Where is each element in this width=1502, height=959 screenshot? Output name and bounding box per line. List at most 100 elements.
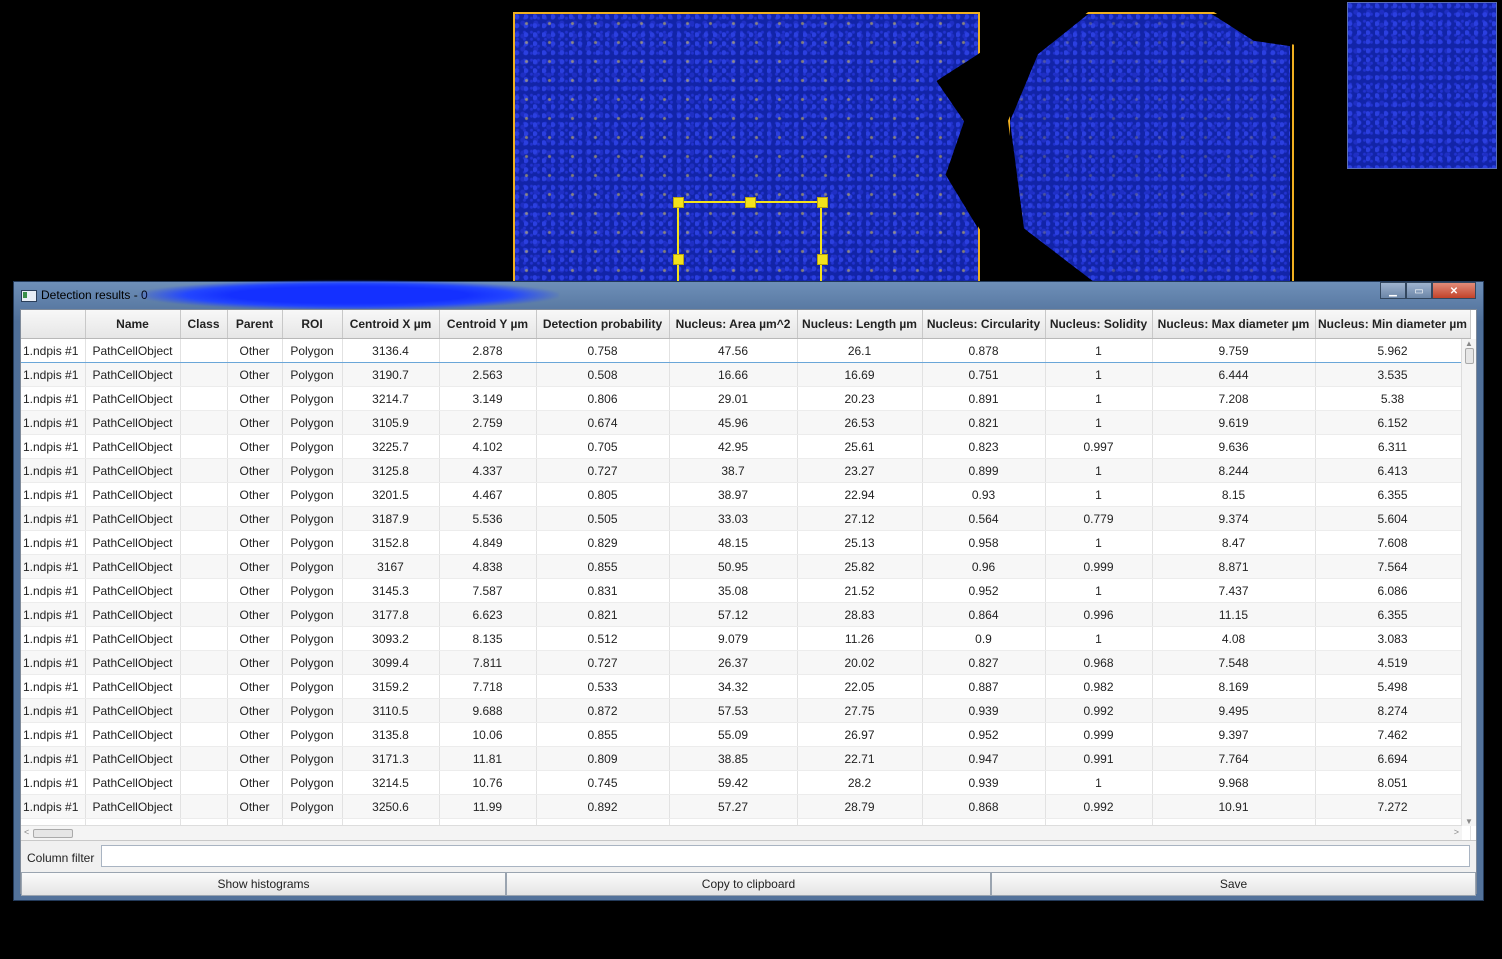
column-header[interactable]: ROI — [282, 310, 343, 339]
table-row[interactable]: 1.ndpis #1 PathCellObject Other Polygon 3167… — [21, 554, 1471, 579]
table-cell: 0.827 — [922, 650, 1046, 675]
table-cell: 0.806 — [536, 386, 670, 411]
column-filter-input[interactable] — [101, 845, 1470, 867]
roi-handle-icon[interactable] — [817, 197, 828, 208]
table-row[interactable]: 1.ndpis #1 PathCellObject Other Polygon 3159… — [21, 674, 1471, 699]
column-header[interactable]: Name — [85, 310, 181, 339]
table-cell: 3201.5 — [342, 482, 440, 507]
table-row[interactable]: 1.ndpis #1 PathCellObject Other Polygon 3190… — [21, 362, 1471, 387]
column-header[interactable]: Parent — [227, 310, 283, 339]
column-header[interactable]: Detection probability — [536, 310, 670, 339]
table-cell: 9.079 — [669, 626, 798, 651]
selected-rectangle-roi[interactable] — [677, 201, 822, 291]
roi-handle-icon[interactable] — [745, 197, 756, 208]
table-cell: 1.ndpis #1 — [21, 362, 86, 387]
table-row[interactable]: 1.ndpis #1 PathCellObject Other Polygon 3110… — [21, 698, 1471, 723]
table-cell: 50.95 — [669, 554, 798, 579]
roi-handle-icon[interactable] — [817, 254, 828, 265]
detection-results-window: Detection results - 0 ▁ ▭ ✕ Name Class Par… — [13, 280, 1484, 901]
column-header[interactable]: Nucleus: Max diameter µm — [1152, 310, 1316, 339]
annotation-outline-right[interactable] — [1008, 12, 1294, 284]
app-window-icon — [21, 290, 37, 302]
table-cell — [180, 650, 228, 675]
table-cell: 0.996 — [1045, 602, 1153, 627]
table-row[interactable]: 1.ndpis #1 PathCellObject Other Polygon 3145… — [21, 578, 1471, 603]
table-cell: 0.508 — [536, 362, 670, 387]
overview-thumbnail[interactable] — [1347, 2, 1497, 169]
roi-handle-icon[interactable] — [673, 197, 684, 208]
table-cell: 1.ndpis #1 — [21, 434, 86, 459]
close-button[interactable]: ✕ — [1432, 282, 1476, 299]
table-cell: 0.512 — [536, 626, 670, 651]
results-table[interactable]: Name Class Parent ROI Centroid X µm Centroid … — [21, 310, 1476, 841]
table-cell: 26.1 — [797, 338, 923, 363]
scroll-down-icon[interactable]: ▼ — [1465, 817, 1473, 826]
table-cell: Other — [227, 482, 283, 507]
maximize-button[interactable]: ▭ — [1406, 282, 1432, 299]
column-header[interactable]: Nucleus: Solidity — [1045, 310, 1153, 339]
horizontal-scrollbar[interactable]: < > — [21, 825, 1462, 840]
table-row[interactable]: 1.ndpis #1 PathCellObject Other Polygon 3171… — [21, 746, 1471, 771]
table-row[interactable]: 1.ndpis #1 PathCellObject Other Polygon 3201… — [21, 482, 1471, 507]
table-cell: 6.355 — [1315, 602, 1471, 627]
table-cell: PathCellObject — [85, 362, 181, 387]
show-histograms-button[interactable]: Show histograms — [21, 872, 506, 896]
table-cell: 3177.8 — [342, 602, 440, 627]
table-row[interactable]: 1.ndpis #1 PathCellObject Other Polygon 3214… — [21, 770, 1471, 795]
table-cell: 0.958 — [922, 530, 1046, 555]
table-cell: Other — [227, 362, 283, 387]
table-cell: 38.85 — [669, 746, 798, 771]
table-row[interactable]: 1.ndpis #1 PathCellObject Other Polygon 3214… — [21, 386, 1471, 411]
save-button[interactable]: Save — [991, 872, 1476, 896]
table-cell: 42.95 — [669, 434, 798, 459]
window-title: Detection results - 0 — [41, 288, 148, 302]
table-row[interactable]: 1.ndpis #1 PathCellObject Other Polygon 3250… — [21, 794, 1471, 819]
column-header[interactable]: Nucleus: Length µm — [797, 310, 923, 339]
table-cell — [180, 506, 228, 531]
table-row[interactable]: 1.ndpis #1 PathCellObject Other Polygon 3105… — [21, 410, 1471, 435]
table-cell: 26.53 — [797, 410, 923, 435]
table-cell: 0.674 — [536, 410, 670, 435]
table-cell: 0.868 — [922, 794, 1046, 819]
scroll-thumb[interactable] — [1465, 348, 1474, 364]
table-row[interactable]: 1.ndpis #1 PathCellObject Other Polygon 3099… — [21, 650, 1471, 675]
column-filter-label: Column filter — [27, 851, 95, 865]
table-cell: 4.467 — [439, 482, 537, 507]
table-cell — [180, 746, 228, 771]
table-row[interactable]: 1.ndpis #1 PathCellObject Other Polygon 3152… — [21, 530, 1471, 555]
column-header[interactable]: Nucleus: Area µm^2 — [669, 310, 798, 339]
table-row[interactable]: 1.ndpis #1 PathCellObject Other Polygon 3136… — [21, 338, 1471, 363]
table-cell — [180, 770, 228, 795]
table-row[interactable]: 1.ndpis #1 PathCellObject Other Polygon 3177… — [21, 602, 1471, 627]
table-row[interactable]: 1.ndpis #1 PathCellObject Other Polygon 3093… — [21, 626, 1471, 651]
table-cell: 7.548 — [1152, 650, 1316, 675]
roi-handle-icon[interactable] — [673, 254, 684, 265]
column-header[interactable] — [21, 310, 86, 339]
column-header[interactable]: Centroid X µm — [342, 310, 440, 339]
table-cell: PathCellObject — [85, 386, 181, 411]
scroll-thumb[interactable] — [33, 829, 73, 838]
table-cell: 27.12 — [797, 506, 923, 531]
table-row[interactable]: 1.ndpis #1 PathCellObject Other Polygon 3135… — [21, 722, 1471, 747]
table-row[interactable]: 1.ndpis #1 PathCellObject Other Polygon 3187… — [21, 506, 1471, 531]
copy-to-clipboard-button[interactable]: Copy to clipboard — [506, 872, 991, 896]
table-row[interactable]: 1.ndpis #1 PathCellObject Other Polygon 3225… — [21, 434, 1471, 459]
table-cell: 0.891 — [922, 386, 1046, 411]
column-header[interactable]: Class — [180, 310, 228, 339]
table-row[interactable]: 1.ndpis #1 PathCellObject Other Polygon 3125… — [21, 458, 1471, 483]
scroll-left-icon[interactable]: < — [24, 827, 29, 837]
column-header[interactable]: Nucleus: Min diameter µm — [1315, 310, 1471, 339]
column-header[interactable]: Centroid Y µm — [439, 310, 537, 339]
minimize-button[interactable]: ▁ — [1380, 282, 1406, 299]
table-cell: PathCellObject — [85, 626, 181, 651]
table-cell: 28.83 — [797, 602, 923, 627]
vertical-scrollbar[interactable]: ▲ ▼ — [1461, 339, 1476, 826]
scroll-up-icon[interactable]: ▲ — [1465, 339, 1473, 348]
table-cell: 0.939 — [922, 698, 1046, 723]
table-cell: 0.999 — [1045, 722, 1153, 747]
column-header[interactable]: Nucleus: Circularity — [922, 310, 1046, 339]
table-cell: 1 — [1045, 770, 1153, 795]
table-cell: 0.878 — [922, 338, 1046, 363]
scroll-right-icon[interactable]: > — [1454, 827, 1459, 837]
title-bar[interactable]: Detection results - 0 ▁ ▭ ✕ — [14, 280, 1483, 310]
